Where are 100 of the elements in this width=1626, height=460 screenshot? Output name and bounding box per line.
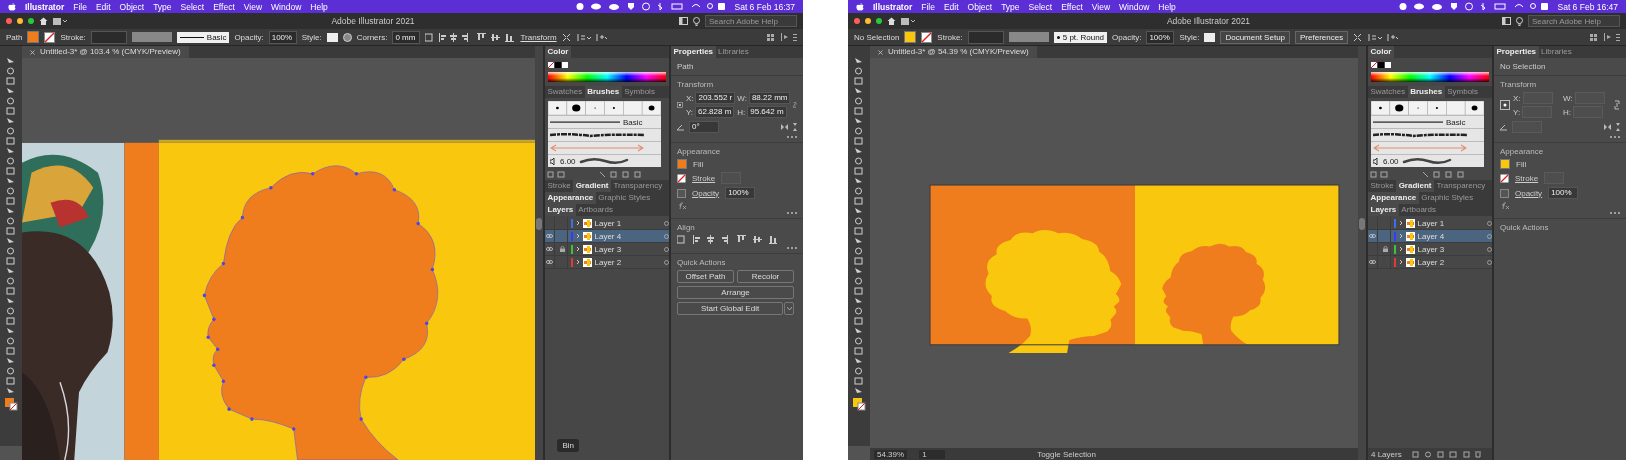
panel-tab[interactable]: Stroke [545,180,574,192]
opacity-field[interactable]: 100% [1548,187,1579,199]
target-icon[interactable] [1487,246,1492,252]
control-button[interactable]: Document Setup [1220,30,1291,44]
speaker-icon[interactable] [550,157,557,165]
quick-action-button[interactable]: Start Global Edit [677,302,783,315]
panel-tab[interactable]: Appearance [545,192,596,204]
menu-item[interactable]: Window [1119,1,1150,12]
panel-tab[interactable]: Transparency [1434,180,1488,192]
menu-item[interactable]: Effect [1061,1,1083,12]
transform-link[interactable]: Transform [520,32,557,42]
dropdown-button[interactable] [784,302,794,315]
workspace-icon[interactable] [53,17,67,25]
eye-icon[interactable] [546,260,553,264]
globe-icon[interactable] [342,32,352,42]
reference-point-icon[interactable] [677,100,683,110]
status-icons-drawing[interactable] [575,2,726,11]
panel-tab[interactable]: Properties [1494,46,1539,58]
search-field[interactable]: Search Adobe Help [705,15,797,27]
panel-options-icon[interactable] [1590,33,1620,41]
align-icons-drawing[interactable] [677,235,777,244]
stroke-link[interactable]: Stroke [692,173,716,183]
stroke-weight-field[interactable] [90,30,127,44]
chevron-icon[interactable] [575,259,580,265]
style-swatch[interactable] [1204,32,1216,42]
layer-row[interactable]: Layer 3 [545,243,669,256]
eye-icon[interactable] [546,234,553,238]
menu-item[interactable]: View [243,1,263,12]
home-icon[interactable] [39,17,48,25]
app-menu[interactable]: Illustrator [25,1,65,12]
quick-action-button[interactable]: Recolor [737,270,794,283]
rotate-icon[interactable] [1500,123,1508,131]
layer-row[interactable]: Layer 2 [1368,256,1492,269]
eye-icon[interactable] [1369,260,1376,264]
fill-swatch[interactable] [27,31,40,43]
wave-brush-stroke[interactable] [578,157,629,165]
wave-brush-stroke[interactable] [1401,157,1452,165]
eye-icon[interactable] [546,247,553,251]
fx-icon[interactable] [1500,202,1509,209]
panel-options-icon[interactable] [767,33,797,41]
panel-tab[interactable]: Transparency [611,180,665,192]
control-button[interactable]: Preferences [1295,30,1349,44]
close-button[interactable] [6,18,12,24]
panel-tab[interactable]: Swatches [1368,86,1408,98]
target-icon[interactable] [664,259,669,265]
visibility-toggle[interactable] [1368,230,1378,242]
panel-tab[interactable]: Graphic Styles [1418,192,1476,204]
menu-item[interactable]: Edit [95,1,111,12]
zoom-field[interactable]: 54.39% [874,449,908,459]
artboard-drawing[interactable] [929,184,1340,353]
value-field[interactable]: 0 mm [392,30,421,44]
close-button[interactable] [854,18,860,24]
value-field[interactable]: 95.642 m [747,106,787,118]
value-field[interactable]: 62.828 m [695,106,735,118]
chevron-icon[interactable] [1398,220,1403,226]
angle-field[interactable]: 0° [689,121,719,133]
panel-tab[interactable]: Color [1368,46,1394,58]
scrollbar-thumb[interactable] [536,218,542,230]
style-swatch[interactable] [326,32,338,42]
chevron-icon[interactable] [575,220,580,226]
stroke-link[interactable]: Stroke [1515,173,1539,183]
reference-point-icon[interactable] [1500,100,1510,110]
workspace-icon[interactable] [901,17,915,25]
chevron-icon[interactable] [1398,259,1403,265]
zoom-button[interactable] [28,18,34,24]
brush-dropdown[interactable]: Basic [176,31,230,43]
brush-dropdown[interactable]: 5 pt. Round [1053,31,1108,43]
status-icons-drawing[interactable] [1398,2,1549,11]
basic-brush-stroke[interactable] [550,120,620,124]
panel-tab[interactable]: Color [545,46,571,58]
minimize-button[interactable] [865,18,871,24]
panel-tab[interactable]: Gradient [1396,180,1435,192]
link-icon[interactable] [793,100,797,110]
clock[interactable]: Sat 6 Feb 16:37 [734,1,795,12]
variable-width-field[interactable] [131,32,172,42]
stroke-weight-field[interactable] [967,30,1004,44]
menu-item[interactable]: Select [180,1,205,12]
menu-item[interactable]: Help [1158,1,1176,12]
panel-tab[interactable]: Symbols [1444,86,1481,98]
stroke-swatch-icon[interactable] [1500,173,1509,183]
clock[interactable]: Sat 6 Feb 16:47 [1557,1,1618,12]
chalk-brush-stroke[interactable] [550,132,644,138]
menu-item[interactable]: Object [967,1,993,12]
color-swatches-icon[interactable] [1371,62,1391,68]
document-tab[interactable]: Untitled-3* @ 103.4 % (CMYK/Preview) [22,46,189,58]
panel-tab[interactable]: Libraries [1538,46,1575,58]
panel-tab[interactable]: Brushes [584,86,622,98]
panel-tab[interactable]: Libraries [715,46,752,58]
opacity-field[interactable]: 100% [725,187,756,199]
align-icons-drawing[interactable] [425,32,516,42]
fx-icon[interactable] [677,202,686,209]
opacity-link[interactable]: Opacity [1515,188,1543,198]
menu-item[interactable]: View [1091,1,1111,12]
chevron-icon[interactable] [575,233,580,239]
status-label[interactable]: Toggle Selection [1037,449,1096,459]
color-spectrum[interactable] [548,72,666,82]
panel-tab[interactable]: Brushes [1407,86,1445,98]
value-field[interactable]: 100% [1146,30,1175,44]
toolbar-icons-drawing[interactable] [1353,32,1400,42]
lightbulb-icon[interactable] [1516,16,1523,26]
